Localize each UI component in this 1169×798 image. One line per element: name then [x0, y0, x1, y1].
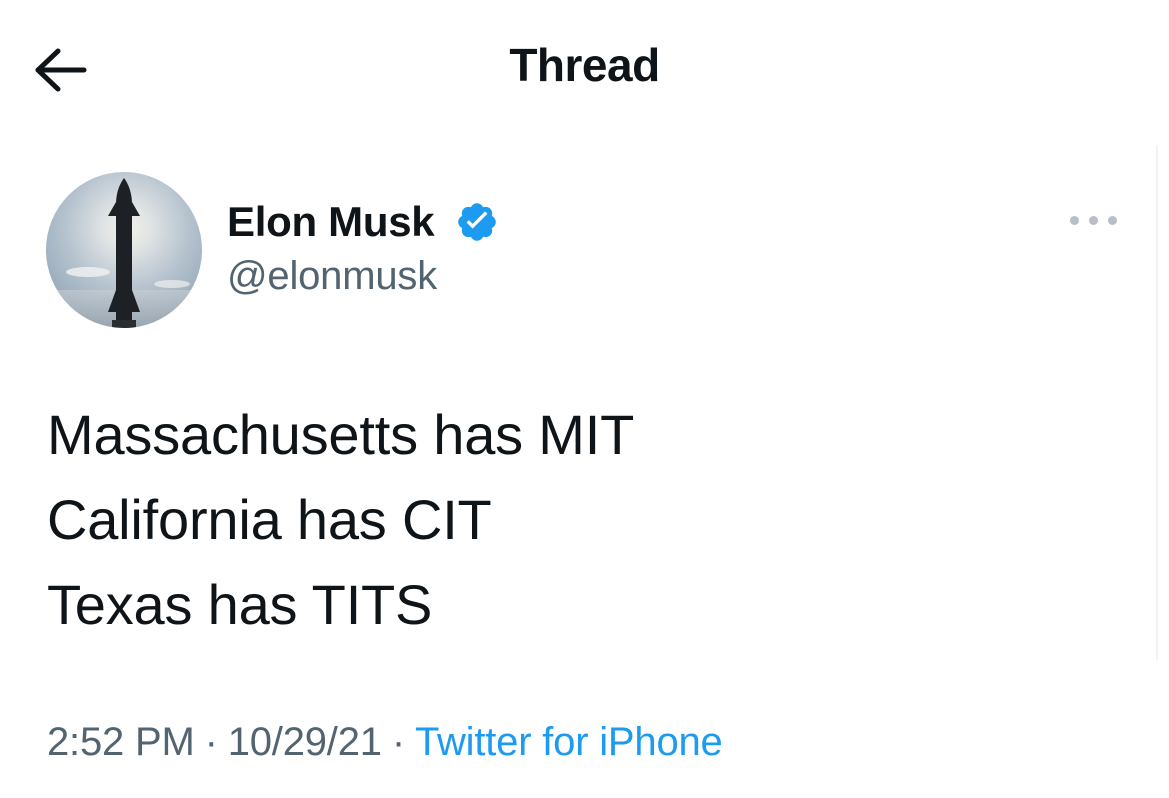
page-title: Thread: [0, 38, 1169, 92]
tweet-text-line: Texas has TITS: [47, 573, 433, 636]
meta-separator: ·: [391, 720, 405, 764]
tweet-source-link[interactable]: Twitter for iPhone: [415, 720, 723, 764]
tweet-metadata: 2:52 PM · 10/29/21 · Twitter for iPhone: [47, 720, 723, 765]
verified-badge-icon: [458, 203, 496, 241]
tweet-text-line: California has CIT: [47, 488, 492, 551]
tweet-date[interactable]: 10/29/21: [228, 720, 382, 764]
page-title-text: Thread: [509, 39, 660, 91]
avatar-rocket-image: [46, 172, 202, 328]
tweet: Elon Musk @elonmusk Massachusetts has MI…: [0, 150, 1169, 798]
avatar[interactable]: [46, 172, 202, 328]
tweet-text: Massachusetts has MIT California has CIT…: [47, 392, 1127, 647]
author-handle[interactable]: @elonmusk: [227, 254, 437, 299]
thread-header: Thread: [0, 0, 1169, 140]
tweet-time[interactable]: 2:52 PM: [47, 720, 195, 764]
more-options-button[interactable]: [1062, 202, 1128, 238]
more-dot: [1070, 216, 1079, 225]
more-dot: [1089, 216, 1098, 225]
more-dot: [1108, 216, 1117, 225]
tweet-text-line: Massachusetts has MIT: [47, 403, 635, 466]
author-name[interactable]: Elon Musk: [227, 198, 435, 246]
meta-separator: ·: [204, 720, 218, 764]
tweet-thread-screen: Thread Elon Musk @elonmusk Massachusetts…: [0, 0, 1169, 798]
